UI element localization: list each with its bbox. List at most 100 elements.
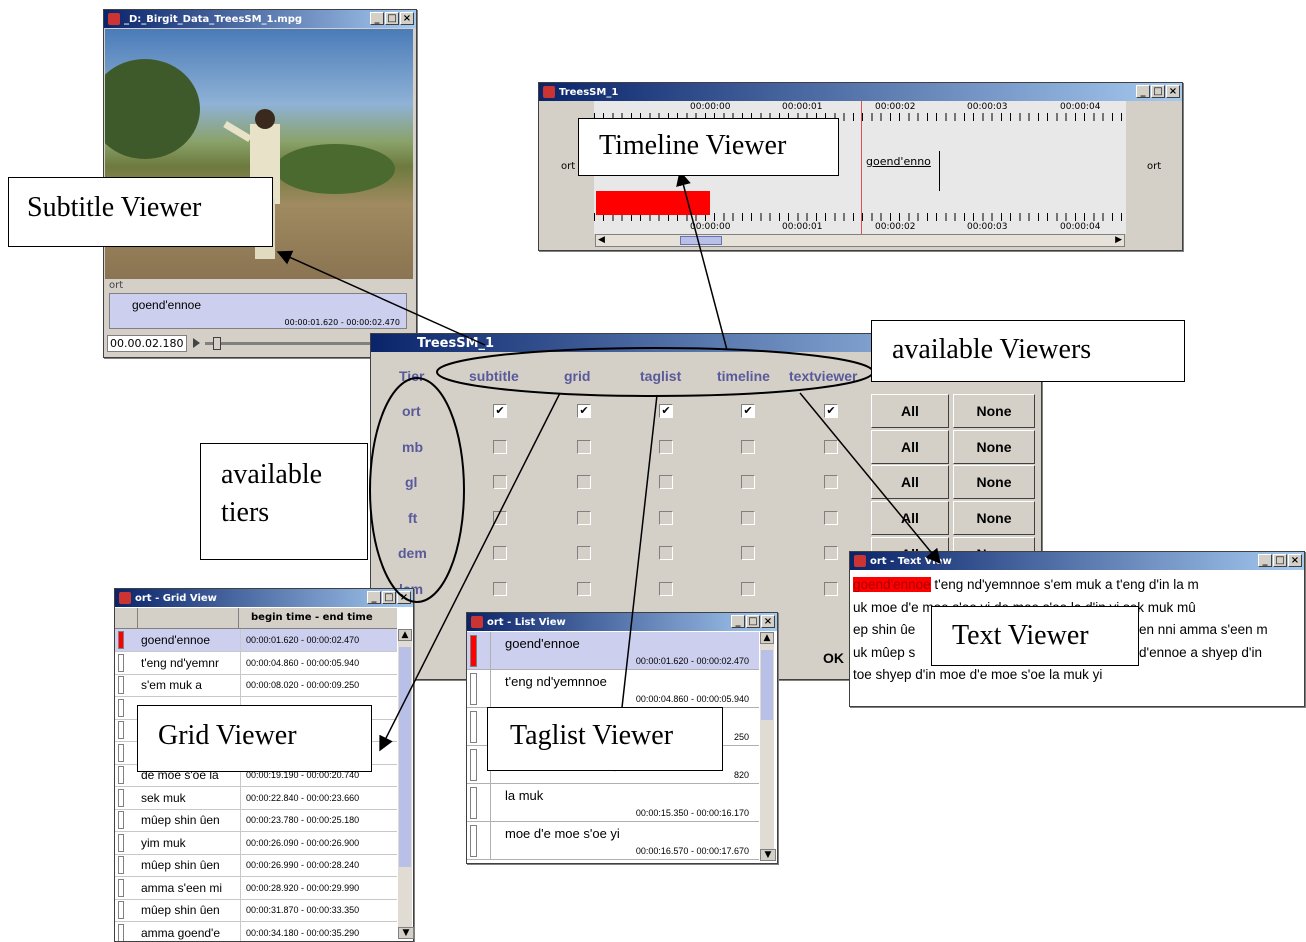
taglist-scrollbar[interactable]: ▲ ▼ bbox=[759, 632, 776, 861]
none-button-mb[interactable]: None bbox=[953, 430, 1035, 464]
list-item[interactable]: la muk 00:00:15.350 - 00:00:16.170 bbox=[467, 784, 759, 822]
tiers-line-1: available bbox=[221, 459, 323, 490]
viewer-checkbox[interactable]: ✔ bbox=[741, 404, 755, 418]
viewer-checkbox[interactable] bbox=[659, 582, 673, 596]
list-item[interactable]: t'eng nd'yemnnoe 00:00:04.860 - 00:00:05.… bbox=[467, 670, 759, 708]
viewer-checkbox[interactable]: ✔ bbox=[577, 404, 591, 418]
list-item[interactable]: goend'ennoe 00:00:01.620 - 00:00:02.470 bbox=[467, 632, 759, 670]
viewer-checkbox[interactable] bbox=[741, 475, 755, 489]
close-icon[interactable]: × bbox=[761, 615, 775, 628]
scroll-thumb[interactable] bbox=[761, 650, 773, 720]
timeline-annotation[interactable]: goend'enno bbox=[866, 155, 931, 168]
viewer-checkbox[interactable] bbox=[824, 440, 838, 454]
play-icon[interactable] bbox=[193, 338, 200, 348]
viewer-checkbox[interactable] bbox=[741, 546, 755, 560]
all-button-ft[interactable]: All bbox=[871, 501, 949, 535]
col-grid: grid bbox=[564, 368, 591, 384]
table-row[interactable]: sek muk 00:00:22.840 - 00:00:23.660 bbox=[115, 786, 397, 810]
table-row[interactable]: mûep shin ûen 00:00:26.990 - 00:00:28.240 bbox=[115, 854, 397, 877]
annotation-end-marker bbox=[939, 151, 940, 191]
viewer-checkbox[interactable] bbox=[577, 511, 591, 525]
media-slider[interactable] bbox=[205, 342, 380, 345]
all-button-gl[interactable]: All bbox=[871, 465, 949, 499]
callout-available-viewers: available Viewers bbox=[871, 320, 1185, 382]
list-item[interactable]: moe d'e moe s'oe yi 00:00:16.570 - 00:00:… bbox=[467, 822, 759, 860]
viewer-checkbox[interactable] bbox=[577, 546, 591, 560]
viewer-checkbox[interactable] bbox=[577, 475, 591, 489]
table-row[interactable]: t'eng nd'yemnr 00:00:04.860 - 00:00:05.94… bbox=[115, 651, 397, 675]
table-row[interactable]: goend'ennoe 00:00:01.620 - 00:00:02.470 bbox=[115, 629, 397, 652]
scroll-left-icon[interactable]: ◀ bbox=[598, 235, 605, 245]
viewer-checkbox[interactable] bbox=[824, 546, 838, 560]
viewer-checkbox[interactable] bbox=[659, 546, 673, 560]
maximize-icon[interactable]: □ bbox=[1273, 554, 1287, 567]
grid-scrollbar[interactable]: ▲ ▼ bbox=[397, 629, 414, 939]
col-subtitle: subtitle bbox=[469, 368, 519, 384]
maximize-icon[interactable]: □ bbox=[382, 591, 396, 604]
scroll-down-icon[interactable]: ▼ bbox=[760, 849, 776, 861]
table-row[interactable]: s'em muk a 00:00:08.020 - 00:00:09.250 bbox=[115, 674, 397, 697]
viewer-checkbox[interactable] bbox=[741, 582, 755, 596]
timecode-field[interactable]: 00.00.02.180 bbox=[107, 335, 187, 352]
viewer-checkbox[interactable] bbox=[659, 440, 673, 454]
scroll-up-icon[interactable]: ▲ bbox=[760, 632, 774, 644]
all-button-mb[interactable]: All bbox=[871, 430, 949, 464]
item-time: 00:00:16.570 - 00:00:17.670 bbox=[635, 846, 749, 856]
viewer-checkbox[interactable] bbox=[741, 511, 755, 525]
viewer-checkbox[interactable] bbox=[577, 440, 591, 454]
maximize-icon[interactable]: □ bbox=[1151, 85, 1165, 98]
viewer-checkbox[interactable] bbox=[659, 511, 673, 525]
viewer-checkbox[interactable]: ✔ bbox=[659, 404, 673, 418]
text-line-3-tail: en nni amma s'een m bbox=[1139, 622, 1268, 637]
table-row[interactable]: yim muk 00:00:26.090 - 00:00:26.900 bbox=[115, 831, 397, 855]
close-icon[interactable]: × bbox=[400, 12, 414, 25]
close-icon[interactable]: × bbox=[1166, 85, 1180, 98]
none-button-ort[interactable]: None bbox=[953, 394, 1035, 428]
scroll-thumb[interactable] bbox=[399, 647, 411, 867]
row-time: 00:00:34.180 - 00:00:35.290 bbox=[246, 927, 360, 938]
close-icon[interactable]: × bbox=[397, 591, 411, 604]
minimize-icon[interactable]: _ bbox=[367, 591, 381, 604]
row-time: 00:00:08.020 - 00:00:09.250 bbox=[246, 680, 360, 690]
minimize-icon[interactable]: _ bbox=[1258, 554, 1272, 567]
all-button-ort[interactable]: All bbox=[871, 394, 949, 428]
text-highlight[interactable]: goend'ennoe bbox=[853, 577, 931, 592]
callout-text-viewer: Text Viewer bbox=[931, 606, 1139, 666]
viewer-checkbox[interactable] bbox=[493, 475, 507, 489]
viewer-checkbox[interactable] bbox=[493, 511, 507, 525]
ok-button[interactable]: OK bbox=[823, 650, 844, 666]
slider-thumb[interactable] bbox=[213, 337, 221, 350]
viewer-checkbox[interactable] bbox=[493, 440, 507, 454]
viewer-checkbox[interactable] bbox=[659, 475, 673, 489]
tick-label: 00:00:02 bbox=[875, 222, 916, 232]
viewer-checkbox[interactable] bbox=[824, 511, 838, 525]
minimize-icon[interactable]: _ bbox=[731, 615, 745, 628]
table-row[interactable]: mûep shin ûen 00:00:23.780 - 00:00:25.180 bbox=[115, 809, 397, 832]
selector-title: TreesSM_1 bbox=[417, 335, 495, 351]
maximize-icon[interactable]: □ bbox=[746, 615, 760, 628]
timeline-scrollbar[interactable]: ◀ ▶ bbox=[595, 234, 1125, 247]
minimize-icon[interactable]: _ bbox=[370, 12, 384, 25]
scroll-down-icon[interactable]: ▼ bbox=[398, 927, 414, 939]
scroll-right-icon[interactable]: ▶ bbox=[1115, 235, 1122, 245]
viewer-checkbox[interactable]: ✔ bbox=[824, 404, 838, 418]
none-button-gl[interactable]: None bbox=[953, 465, 1035, 499]
viewer-checkbox[interactable] bbox=[824, 475, 838, 489]
minimize-icon[interactable]: _ bbox=[1136, 85, 1150, 98]
close-icon[interactable]: × bbox=[1288, 554, 1302, 567]
viewer-checkbox[interactable] bbox=[493, 582, 507, 596]
table-row[interactable]: amma goend'e 00:00:34.180 - 00:00:35.290 bbox=[115, 921, 397, 941]
scroll-thumb[interactable] bbox=[680, 236, 722, 245]
none-button-ft[interactable]: None bbox=[953, 501, 1035, 535]
viewer-checkbox[interactable] bbox=[741, 440, 755, 454]
maximize-icon[interactable]: □ bbox=[385, 12, 399, 25]
item-text: moe d'e moe s'oe yi bbox=[505, 826, 620, 841]
ruler-bottom: 00:00:00 00:00:01 00:00:02 00:00:03 00:0… bbox=[594, 213, 1126, 235]
viewer-checkbox[interactable] bbox=[824, 582, 838, 596]
viewer-checkbox[interactable] bbox=[577, 582, 591, 596]
viewer-checkbox[interactable]: ✔ bbox=[493, 404, 507, 418]
scroll-up-icon[interactable]: ▲ bbox=[398, 629, 412, 641]
table-row[interactable]: mûep shin ûen 00:00:31.870 - 00:00:33.350 bbox=[115, 899, 397, 922]
table-row[interactable]: amma s'een mi 00:00:28.920 - 00:00:29.990 bbox=[115, 876, 397, 900]
viewer-checkbox[interactable] bbox=[493, 546, 507, 560]
